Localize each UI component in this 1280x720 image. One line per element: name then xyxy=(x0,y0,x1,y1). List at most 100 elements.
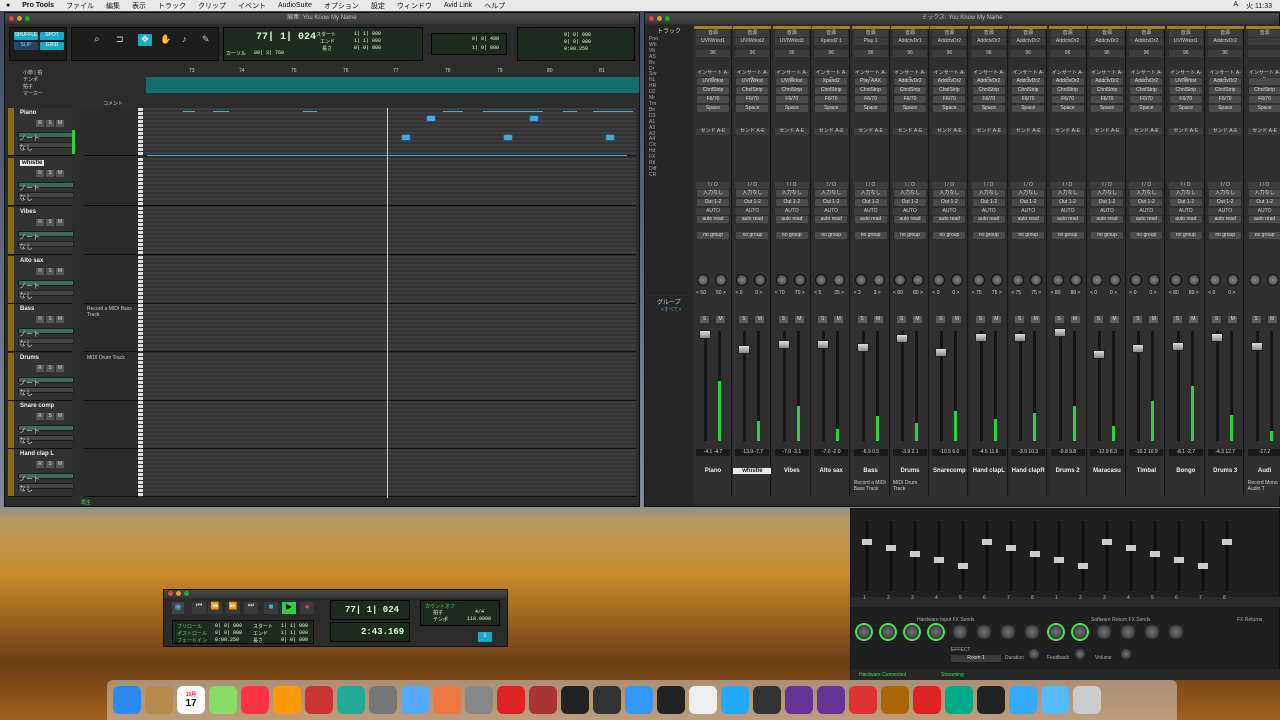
input-select[interactable]: 入力なし xyxy=(1012,190,1045,197)
group-select[interactable]: no group xyxy=(894,232,926,239)
mute-button[interactable]: M xyxy=(56,170,64,177)
volume-fader[interactable] xyxy=(738,345,751,354)
pan-left-knob[interactable] xyxy=(775,274,788,286)
output-select[interactable]: Out 1-2 xyxy=(815,199,848,206)
insert-slot-a[interactable] xyxy=(1248,78,1280,85)
output-select[interactable]: Out 1-2 xyxy=(894,199,926,206)
preroll-value[interactable]: 0| 0| 000 xyxy=(215,623,242,629)
minimize-button[interactable] xyxy=(657,16,662,21)
fx-send-knob[interactable] xyxy=(951,623,969,641)
fast-forward-button[interactable]: ⏩ xyxy=(226,602,240,614)
insert-slot-a[interactable]: Xpand2 xyxy=(815,78,848,85)
end-value[interactable]: 1| 1| 000 xyxy=(354,38,381,44)
input-select[interactable]: 入力なし xyxy=(775,190,808,197)
console-fader[interactable] xyxy=(862,521,872,591)
rec-button[interactable]: R xyxy=(36,268,44,275)
mute-button[interactable]: M xyxy=(794,316,804,323)
fx-send-knob[interactable] xyxy=(1023,623,1041,641)
output-select[interactable]: Out 1-2 xyxy=(1012,199,1045,206)
instrument-select[interactable]: Play 1 xyxy=(853,38,888,45)
insert-slot-b[interactable]: ChnlStrip xyxy=(1012,87,1045,94)
strip-name[interactable]: whistle xyxy=(733,468,772,474)
fx-send-knob[interactable] xyxy=(1095,623,1113,641)
close-button[interactable] xyxy=(9,16,14,21)
insert-slot-b[interactable]: ChnlStrip xyxy=(736,87,769,94)
solo-button[interactable]: S xyxy=(778,316,788,323)
track-volume-view[interactable]: なし xyxy=(18,483,74,493)
volume-fader[interactable] xyxy=(1014,333,1027,342)
instrument-select[interactable]: Xpand2 1 xyxy=(814,38,849,45)
output-select[interactable]: Out 1-2 xyxy=(736,199,769,206)
insert-slot-b[interactable]: ChnlStrip xyxy=(1248,87,1280,94)
midi-note[interactable] xyxy=(503,134,513,141)
app-menu[interactable]: Pro Tools xyxy=(22,2,54,9)
pan-right-knob[interactable] xyxy=(1148,274,1161,286)
track-volume-view[interactable]: なし xyxy=(18,338,74,348)
fadein-value[interactable]: 0:00.250 xyxy=(564,46,588,52)
console-fader[interactable] xyxy=(1030,521,1040,591)
track-volume-view[interactable]: なし xyxy=(18,192,74,202)
solo-button[interactable]: S xyxy=(739,316,749,323)
track-name[interactable]: Bass xyxy=(20,306,34,312)
track-header[interactable]: Alto sax R S M ノート なし xyxy=(8,256,74,304)
console-fader[interactable] xyxy=(1078,521,1088,591)
instrument-vol[interactable]: 96 xyxy=(971,50,1006,57)
tempo-value[interactable]: 118.0000 xyxy=(467,616,491,622)
pan-right-knob[interactable] xyxy=(833,274,846,286)
output-select[interactable]: Out 1-2 xyxy=(697,199,729,206)
folder2-icon[interactable] xyxy=(1041,686,1069,714)
input-select[interactable]: 入力なし xyxy=(1248,190,1280,197)
pan-right-knob[interactable] xyxy=(872,274,885,286)
midi-lane[interactable] xyxy=(143,256,636,304)
instrument-select[interactable]: UVIWrkst1 xyxy=(1168,38,1203,45)
midi-note[interactable] xyxy=(605,134,615,141)
mute-button[interactable]: M xyxy=(716,316,725,323)
output-select[interactable]: Out 1-2 xyxy=(1130,199,1163,206)
fx-send-knob[interactable] xyxy=(1119,623,1137,641)
piano-icon[interactable] xyxy=(593,686,621,714)
rec-button[interactable]: R xyxy=(36,316,44,323)
bb-icon[interactable] xyxy=(881,686,909,714)
pan-right-knob[interactable] xyxy=(1069,274,1082,286)
automation-mode[interactable]: auto read xyxy=(1012,216,1045,223)
track-volume-view[interactable]: なし xyxy=(18,142,74,152)
track-comment[interactable] xyxy=(84,401,138,449)
console-fader[interactable] xyxy=(1126,521,1136,591)
pan-left-knob[interactable] xyxy=(815,274,828,286)
group-select[interactable]: no group xyxy=(1051,232,1084,239)
pan-left-knob[interactable] xyxy=(1130,274,1143,286)
instrument-vol[interactable]: 96 xyxy=(1208,50,1243,57)
solo-button[interactable]: S xyxy=(975,316,985,323)
photos2-icon[interactable] xyxy=(433,686,461,714)
pro-tools-icon[interactable] xyxy=(785,686,813,714)
volume-fader[interactable] xyxy=(1132,344,1145,353)
instrument-vol[interactable] xyxy=(1247,50,1280,57)
solo-button[interactable]: S xyxy=(1172,316,1182,323)
pan-left-knob[interactable] xyxy=(1051,274,1064,286)
length-value[interactable]: 0| 0| 000 xyxy=(354,45,381,51)
volume-fader[interactable] xyxy=(896,334,908,343)
track-list-item[interactable]: CR xyxy=(649,172,689,179)
group-select[interactable]: no group xyxy=(1209,232,1242,239)
fx-send-knob[interactable] xyxy=(927,623,945,641)
mute-button[interactable]: M xyxy=(1070,316,1080,323)
track-mode[interactable]: ノート xyxy=(18,425,74,435)
insert-slot-b[interactable]: ChnlStrip xyxy=(815,87,848,94)
solo-button[interactable]: S xyxy=(1133,316,1143,323)
group-select[interactable]: no group xyxy=(933,232,966,239)
mute-button[interactable]: M xyxy=(1149,316,1159,323)
midi-lane[interactable] xyxy=(143,207,636,255)
instrument-vol[interactable]: 96 xyxy=(814,50,849,57)
insert-slot-a[interactable]: AddctvDr2 xyxy=(1051,78,1084,85)
instrument-vol[interactable]: 96 xyxy=(1090,50,1124,57)
menu-view[interactable]: 表示 xyxy=(132,1,146,11)
x-icon[interactable] xyxy=(689,686,717,714)
insert-slot-b[interactable]: ChnlStrip xyxy=(972,87,1005,94)
strip-name[interactable]: Bass xyxy=(852,468,890,474)
track-volume-view[interactable]: なし xyxy=(18,387,74,397)
midi-lane[interactable] xyxy=(143,401,636,449)
volume-fader[interactable] xyxy=(1171,342,1184,351)
output-select[interactable]: Out 1-2 xyxy=(1051,199,1084,206)
insert-slot-b[interactable]: ChnlStrip xyxy=(933,87,966,94)
output-select[interactable]: Out 1-2 xyxy=(972,199,1005,206)
